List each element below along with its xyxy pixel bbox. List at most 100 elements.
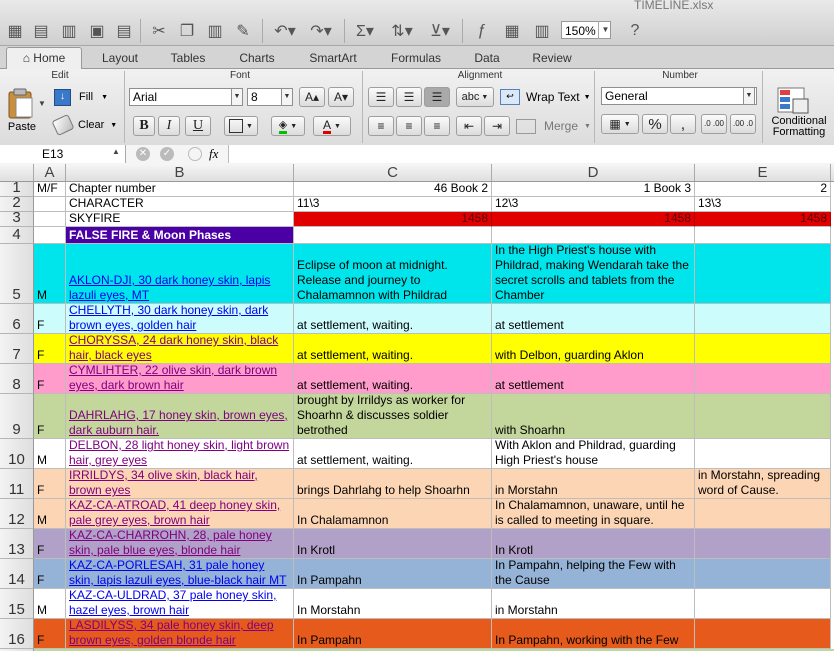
row-header[interactable]: 10 [0,439,34,469]
increase-indent-button[interactable]: ⇥ [484,116,510,136]
column-header-d[interactable]: D [492,164,695,181]
cell-a[interactable]: M [34,589,66,619]
cell-c[interactable]: at settlement, waiting. [294,304,492,334]
cell-c[interactable] [294,227,492,244]
row-header[interactable]: 12 [0,499,34,529]
row-header[interactable]: 9 [0,394,34,439]
paste-icon[interactable]: ▥ [204,20,226,42]
cell-c[interactable]: In Chalamamnon [294,499,492,529]
bold-button[interactable]: B [133,116,155,136]
cell-d[interactable]: With Aklon and Phildrad, guarding High P… [492,439,695,469]
cell-c[interactable]: 1458 [294,212,492,227]
cell-e[interactable] [695,227,831,244]
cell-d[interactable]: In Chalamamnon, unaware, until he is cal… [492,499,695,529]
row-header[interactable]: 15 [0,589,34,619]
cell-a[interactable]: F [34,394,66,439]
open-icon[interactable]: ▥ [58,20,80,42]
cell-a[interactable]: M/F [34,182,66,197]
column-header-e[interactable]: E [695,164,831,181]
row-header[interactable]: 14 [0,559,34,589]
cell-e[interactable]: 13\3 [695,197,831,212]
currency-format-button[interactable]: ▦ ▼ [601,114,639,134]
chevron-down-icon[interactable]: ▼ [598,21,612,39]
cell-d[interactable]: in Morstahn [492,589,695,619]
row-header[interactable]: 4 [0,226,34,244]
wrap-text-button[interactable]: ↩ Wrap Text ▼ [500,88,591,106]
save-icon[interactable]: ▣ [86,20,108,42]
row-header[interactable]: 3 [0,209,34,227]
cell-a[interactable]: F [34,559,66,589]
underline-button[interactable]: U [185,116,211,136]
cell-d[interactable]: 1458 [492,212,695,227]
cell-d[interactable]: at settlement [492,304,695,334]
cell-a[interactable]: F [34,529,66,559]
text-orientation-button[interactable]: abc ▼ [456,87,494,107]
tab-review[interactable]: Review [524,49,580,67]
cut-icon[interactable]: ✂ [148,20,170,42]
redo-icon[interactable]: ↷▾ [306,20,336,42]
cell-e[interactable] [695,304,831,334]
copy-icon[interactable]: ❐ [176,20,198,42]
cell-a[interactable]: F [34,364,66,394]
cell-e[interactable] [695,589,831,619]
tab-home[interactable]: ⌂ Home [6,47,82,69]
cell-c[interactable]: Eclipse of moon at midnight. Release and… [294,244,492,304]
fill-button[interactable]: ↓ Fill ▼ [54,87,124,107]
decrease-font-size-button[interactable]: A▾ [328,87,354,107]
cell-e[interactable]: 1458 [695,212,831,227]
print-icon[interactable]: ▤ [113,20,135,42]
cell-c[interactable]: In Pampahn [294,559,492,589]
cell-c[interactable]: In Krotl [294,529,492,559]
undo-icon[interactable]: ↶▾ [270,20,300,42]
cell-e[interactable]: in Morstahn, spreading word of Cause. [695,469,831,499]
cell-d[interactable]: In Pampahn, helping the Few with the Cau… [492,559,695,589]
autosum-icon[interactable]: Σ▾ [352,20,378,42]
sort-icon[interactable]: ⇅▾ [388,20,416,42]
fx-label[interactable]: fx [209,146,218,162]
row-header[interactable]: 13 [0,529,34,559]
font-color-button[interactable]: A ▼ [313,116,351,136]
cell-b[interactable]: IRRILDYS, 34 olive skin, black hair, bro… [66,469,294,499]
cell-b[interactable]: KAZ-CA-ULDRAD, 37 pale honey skin, hazel… [66,589,294,619]
cell-b[interactable]: Chapter number [66,182,294,197]
align-bottom-button[interactable]: ☰ [424,87,450,107]
enter-icon[interactable]: ✓ [160,147,174,161]
cell-b[interactable]: FALSE FIRE & Moon Phases [66,227,294,244]
cell-a[interactable] [34,197,66,212]
cell-a[interactable]: M [34,439,66,469]
cell-e[interactable] [695,334,831,364]
cell-e[interactable] [695,244,831,304]
gallery-icon[interactable]: ▦ [500,20,524,42]
cell-a[interactable] [34,212,66,227]
cell-d[interactable]: In Krotl [492,529,695,559]
cell-d[interactable] [492,227,695,244]
cell-c[interactable]: 11\3 [294,197,492,212]
conditional-formatting-button[interactable]: Conditional Formatting [766,86,832,144]
cell-d[interactable]: In the High Priest's house with Phildrad… [492,244,695,304]
formula-input[interactable] [228,145,834,163]
cell-c[interactable]: In Morstahn [294,589,492,619]
column-header-b[interactable]: B [66,164,294,181]
decrease-decimal-button[interactable]: .00 .0 [730,114,756,134]
cell-e[interactable] [695,439,831,469]
cell-e[interactable] [695,559,831,589]
cell-a[interactable]: F [34,619,66,649]
toolbox-icon[interactable]: ▥ [530,20,554,42]
cell-a[interactable]: F [34,469,66,499]
filter-icon[interactable]: ⊻▾ [426,20,454,42]
tab-smartart[interactable]: SmartArt [300,49,366,67]
cell-b[interactable]: KAZ-CA-PORLESAH, 31 pale honey skin, lap… [66,559,294,589]
row-header[interactable]: 8 [0,364,34,394]
cell-c[interactable]: In Pampahn [294,619,492,649]
fill-color-button[interactable]: ◈ ▼ [271,116,305,136]
tab-tables[interactable]: Tables [160,49,216,67]
tab-data[interactable]: Data [462,49,512,67]
align-center-button[interactable]: ≡ [396,116,422,136]
cell-d[interactable]: with Shoarhn [492,394,695,439]
cell-d[interactable]: 1 Book 3 [492,182,695,197]
cell-e[interactable] [695,619,831,649]
cell-b[interactable]: DELBON, 28 light honey skin, light brown… [66,439,294,469]
cell-a[interactable]: F [34,304,66,334]
row-header[interactable]: 11 [0,469,34,499]
percent-style-button[interactable]: % [642,114,668,134]
